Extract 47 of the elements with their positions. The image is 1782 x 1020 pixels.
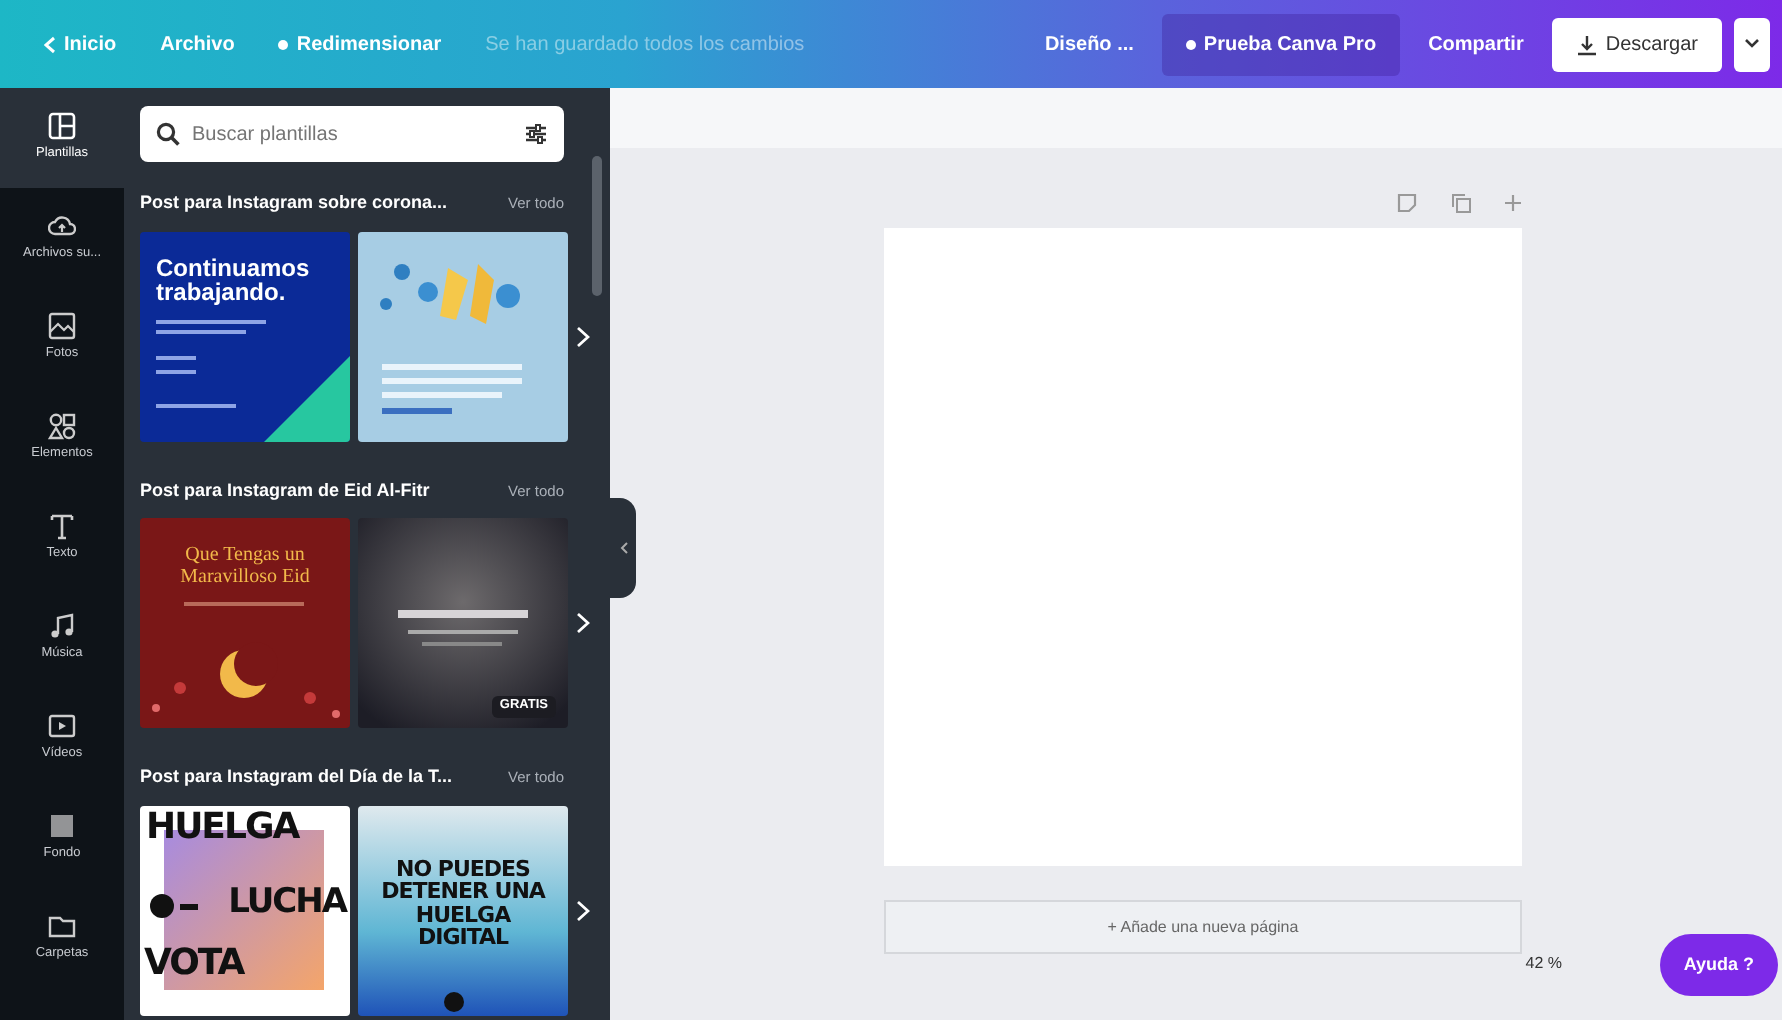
next-icon[interactable] [576,325,590,347]
photo-icon [48,312,76,341]
collapse-handle[interactable] [610,498,636,598]
download-icon [1575,33,1598,55]
section-title: Post para Instagram del Día de la T... [140,764,453,790]
template-word: HUELGA [146,809,299,847]
template-thumbnail[interactable] [140,231,350,441]
filter-icon[interactable] [524,122,548,146]
square-icon [48,812,76,841]
template-thumbnail[interactable] [358,518,568,728]
next-icon[interactable] [576,899,590,921]
dot-icon [278,39,289,49]
layout-icon [48,112,76,141]
search-icon [156,122,180,146]
section-title: Post para Instagram sobre corona... [140,190,448,216]
dot-icon [1185,39,1196,49]
template-headline: Que Tengas un Maravilloso Eid [178,546,312,588]
template-thumbnail[interactable] [140,805,350,1015]
next-icon[interactable] [576,612,590,634]
shapes-icon [48,412,76,441]
search-field[interactable]: Buscar plantillas [140,106,564,162]
upload-cloud-icon [48,212,76,241]
help-button[interactable]: Ayuda ? [1659,933,1778,996]
text-icon [48,512,76,541]
scrollbar[interactable] [592,156,602,296]
video-icon [48,712,76,741]
pro-trial-button[interactable]: Prueba Canva Pro [1161,13,1401,75]
template-word: LUCHA [228,885,346,921]
music-note-icon [48,612,76,641]
download-button[interactable]: Descargar [1551,17,1722,71]
menu-link[interactable]: Compartir [1412,21,1540,67]
template-headline: NO PUEDES DETENER UNA HUELGA DIGITAL [379,857,548,950]
template-headline: Continuamos trabajando. [156,255,312,306]
template-thumbnail[interactable] [358,805,568,1015]
template-thumbnail[interactable] [140,518,350,728]
chevron-icon [619,542,627,554]
zoom-level[interactable]: 42 % [1525,952,1562,976]
section-title: Post para Instagram de Eid Al-Fitr [140,477,430,504]
more-button[interactable] [1734,17,1770,71]
folder-icon [48,912,76,941]
template-thumbnail[interactable] [358,231,568,441]
template-word: VOTA [144,945,244,983]
caret-icon [1744,37,1760,50]
menu-link[interactable]: Diseño ... [1028,21,1150,67]
add-page-button[interactable]: + Añade una nueva página [884,900,1522,954]
save-status: Se han guardado todos los cambios [483,31,807,59]
back-icon [44,35,56,53]
